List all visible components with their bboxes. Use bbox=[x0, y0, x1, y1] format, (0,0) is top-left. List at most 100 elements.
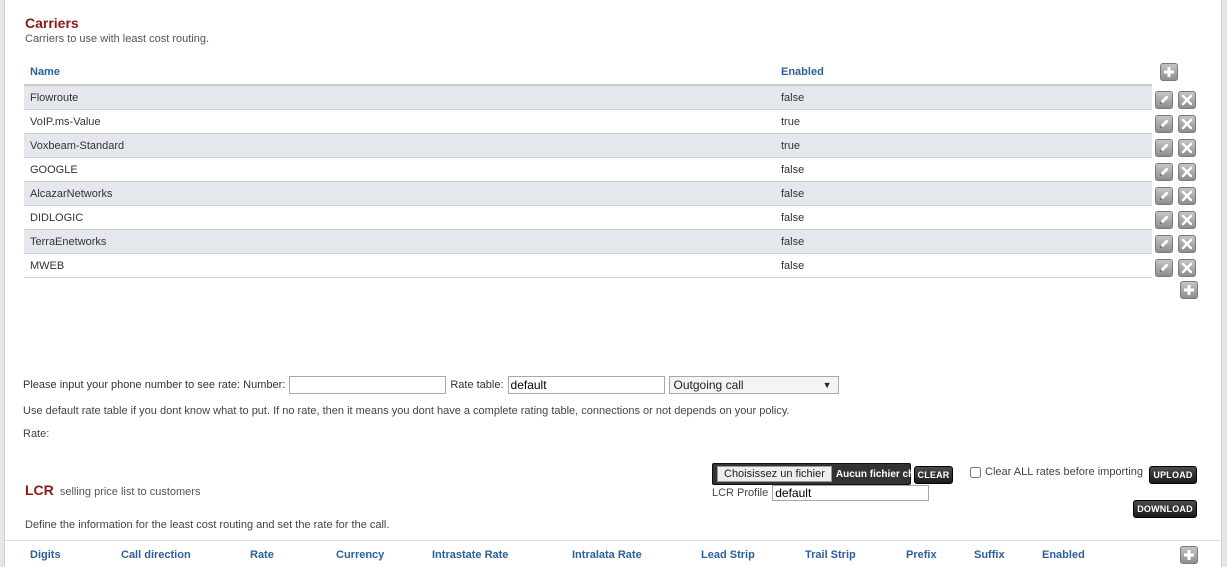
carriers-subtitle: Carriers to use with least cost routing. bbox=[25, 33, 210, 45]
carrier-name: DIDLOGIC bbox=[24, 205, 775, 230]
delete-carrier-button[interactable] bbox=[1178, 187, 1196, 205]
edit-carrier-button[interactable] bbox=[1155, 163, 1173, 181]
carrier-enabled: false bbox=[775, 229, 1152, 254]
table-row[interactable]: AlcazarNetworks false bbox=[24, 181, 1152, 206]
carriers-title: Carriers bbox=[25, 15, 79, 31]
delete-carrier-button[interactable] bbox=[1178, 139, 1196, 157]
close-icon bbox=[1181, 262, 1193, 274]
column-header-rate[interactable]: Rate bbox=[250, 549, 274, 561]
table-row[interactable]: GOOGLE false bbox=[24, 157, 1152, 182]
close-icon bbox=[1181, 94, 1193, 106]
column-header-digits[interactable]: Digits bbox=[30, 549, 61, 561]
column-header-intralata-rate[interactable]: Intralata Rate bbox=[572, 549, 642, 561]
table-row[interactable]: VoIP.ms-Value true bbox=[24, 109, 1152, 134]
page: Carriers Carriers to use with least cost… bbox=[4, 0, 1222, 567]
close-icon bbox=[1181, 190, 1193, 202]
table-row[interactable]: Flowroute false bbox=[24, 85, 1152, 110]
upload-button[interactable]: UPLOAD bbox=[1149, 466, 1197, 484]
table-row[interactable]: Voxbeam-Standard true bbox=[24, 133, 1152, 158]
edit-carrier-button[interactable] bbox=[1155, 115, 1173, 133]
edit-carrier-button[interactable] bbox=[1155, 211, 1173, 229]
column-header-prefix[interactable]: Prefix bbox=[906, 549, 937, 561]
lcr-subtitle: selling price list to customers bbox=[59, 486, 201, 498]
carrier-name: VoIP.ms-Value bbox=[24, 109, 775, 134]
column-header-intrastate-rate[interactable]: Intrastate Rate bbox=[432, 549, 508, 561]
delete-carrier-button[interactable] bbox=[1178, 259, 1196, 277]
rate-table-input[interactable] bbox=[507, 376, 665, 394]
file-picker: Choisissez un fichier Aucun fichier choi… bbox=[712, 463, 931, 485]
carrier-actions bbox=[1155, 184, 1205, 208]
table-row[interactable]: TerraEnetworks false bbox=[24, 229, 1152, 254]
plus-icon bbox=[1184, 550, 1194, 560]
delete-carrier-button[interactable] bbox=[1178, 91, 1196, 109]
column-header-suffix[interactable]: Suffix bbox=[974, 549, 1005, 561]
pencil-icon bbox=[1158, 190, 1170, 202]
pencil-icon bbox=[1158, 142, 1170, 154]
download-button[interactable]: DOWNLOAD bbox=[1133, 500, 1197, 518]
column-header-name[interactable]: Name bbox=[24, 60, 775, 86]
carrier-actions bbox=[1155, 208, 1205, 232]
column-header-call-direction[interactable]: Call direction bbox=[121, 549, 191, 561]
column-header-lead-strip[interactable]: Lead Strip bbox=[701, 549, 755, 561]
pencil-icon bbox=[1158, 166, 1170, 178]
carrier-actions bbox=[1155, 160, 1205, 184]
pencil-icon bbox=[1158, 214, 1170, 226]
plus-icon bbox=[1164, 67, 1174, 77]
lcr-profile-field: LCR Profile bbox=[712, 485, 930, 501]
pencil-icon bbox=[1158, 118, 1170, 130]
delete-carrier-button[interactable] bbox=[1178, 115, 1196, 133]
pencil-icon bbox=[1158, 238, 1170, 250]
edit-carrier-button[interactable] bbox=[1155, 139, 1173, 157]
rate-lookup-prompt: Please input your phone number to see ra… bbox=[23, 379, 286, 391]
clear-button[interactable]: CLEAR bbox=[914, 466, 953, 484]
delete-carrier-button[interactable] bbox=[1178, 235, 1196, 253]
carrier-name: AlcazarNetworks bbox=[24, 181, 775, 206]
phone-number-input[interactable] bbox=[289, 376, 447, 394]
lcr-title: LCR bbox=[25, 482, 54, 498]
carrier-actions bbox=[1155, 256, 1205, 280]
lcr-table-header: Digits Call direction Rate Currency Intr… bbox=[5, 540, 1221, 567]
clear-all-rates-option[interactable]: Clear ALL rates before importing bbox=[970, 466, 1143, 478]
carrier-enabled: true bbox=[775, 133, 1152, 158]
carrier-actions bbox=[1155, 112, 1205, 136]
rate-table-label: Rate table: bbox=[450, 379, 504, 391]
call-direction-select[interactable]: Outgoing call ▼ bbox=[668, 376, 839, 394]
carrier-name: GOOGLE bbox=[24, 157, 775, 182]
table-row[interactable]: DIDLOGIC false bbox=[24, 205, 1152, 230]
clear-all-rates-checkbox[interactable] bbox=[970, 466, 981, 478]
column-header-currency[interactable]: Currency bbox=[336, 549, 384, 561]
edit-carrier-button[interactable] bbox=[1155, 91, 1173, 109]
triangle-down-icon: ▼ bbox=[822, 380, 832, 390]
carrier-enabled: false bbox=[775, 205, 1152, 230]
edit-carrier-button[interactable] bbox=[1155, 187, 1173, 205]
carriers-header-row: Name Enabled bbox=[24, 60, 1152, 86]
carrier-enabled: false bbox=[775, 181, 1152, 206]
carrier-actions bbox=[1155, 88, 1205, 112]
carrier-enabled: true bbox=[775, 109, 1152, 134]
carrier-name: MWEB bbox=[24, 253, 775, 278]
rate-lookup-bar: Please input your phone number to see ra… bbox=[23, 376, 839, 394]
edit-carrier-button[interactable] bbox=[1155, 235, 1173, 253]
rate-table-note: Use default rate table if you dont know … bbox=[23, 405, 790, 417]
plus-icon bbox=[1184, 285, 1194, 295]
carrier-actions bbox=[1155, 136, 1205, 160]
edit-carrier-button[interactable] bbox=[1155, 259, 1173, 277]
carriers-table: Name Enabled Flowroute false VoIP.ms-Value… bbox=[24, 60, 1152, 278]
column-header-trail-strip[interactable]: Trail Strip bbox=[805, 549, 856, 561]
clear-all-rates-label: Clear ALL rates before importing bbox=[985, 466, 1143, 478]
add-lcr-button[interactable] bbox=[1180, 546, 1198, 564]
carrier-name: TerraEnetworks bbox=[24, 229, 775, 254]
lcr-profile-label: LCR Profile bbox=[712, 487, 769, 499]
add-carrier-bottom-button[interactable] bbox=[1180, 281, 1198, 299]
delete-carrier-button[interactable] bbox=[1178, 163, 1196, 181]
close-icon bbox=[1181, 238, 1193, 250]
column-header-enabled[interactable]: Enabled bbox=[775, 60, 1152, 86]
table-row[interactable]: MWEB false bbox=[24, 253, 1152, 278]
carrier-name: Flowroute bbox=[24, 85, 775, 110]
pencil-icon bbox=[1158, 262, 1170, 274]
column-header-enabled[interactable]: Enabled bbox=[1042, 549, 1085, 561]
delete-carrier-button[interactable] bbox=[1178, 211, 1196, 229]
choose-file-button[interactable]: Choisissez un fichier bbox=[717, 466, 832, 482]
lcr-profile-input[interactable] bbox=[772, 485, 930, 501]
add-carrier-button[interactable] bbox=[1160, 63, 1178, 81]
